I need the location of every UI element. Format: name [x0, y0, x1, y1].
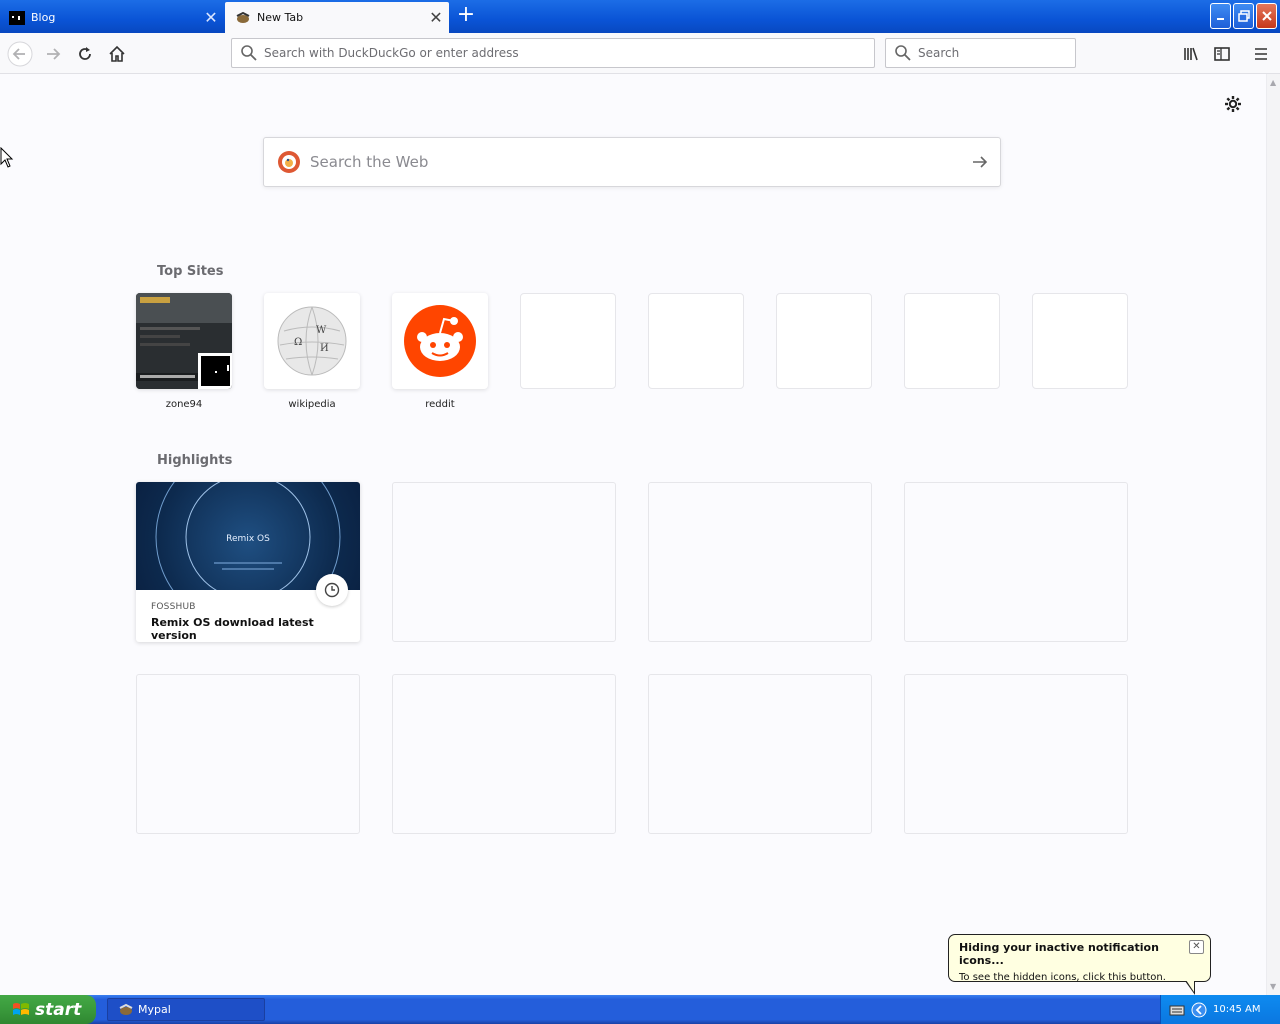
scroll-up-arrow-icon[interactable]: ▲: [1270, 78, 1276, 87]
mypal-favicon-icon: [235, 10, 251, 26]
show-hidden-icons-chevron-icon[interactable]: [1191, 1002, 1207, 1018]
close-window-button[interactable]: [1256, 3, 1277, 29]
top-site-empty-slot: [776, 293, 872, 389]
highlights-heading: Highlights: [157, 453, 233, 468]
scroll-down-arrow-icon[interactable]: ▼: [1270, 982, 1276, 991]
highlight-empty-slot: [648, 674, 872, 834]
duckduckgo-logo-icon: [278, 151, 300, 173]
clock-icon: [316, 574, 348, 606]
menu-button[interactable]: [1247, 40, 1275, 68]
highlight-empty-slot: [392, 482, 616, 642]
home-icon: [109, 45, 125, 62]
balloon-title: Hiding your inactive notification icons.…: [959, 941, 1159, 967]
top-site-label: zone94: [165, 399, 203, 410]
tab-label: Blog: [31, 11, 56, 24]
page-settings-gear-icon[interactable]: [1223, 94, 1243, 114]
blog-favicon-icon: [9, 10, 25, 26]
close-tab-icon[interactable]: ✕: [198, 9, 224, 26]
address-bar-placeholder: Search with DuckDuckGo or enter address: [264, 46, 519, 60]
highlight-empty-slot: [392, 674, 616, 834]
hamburger-menu-icon: [1255, 48, 1267, 60]
highlight-thumbnail-text: Remix OS: [226, 534, 270, 544]
web-search-box[interactable]: Search the Web: [263, 137, 1001, 187]
forward-arrow-icon: [47, 48, 61, 60]
top-site-label: reddit: [425, 399, 455, 410]
search-bar[interactable]: Search: [885, 38, 1076, 68]
top-sites-heading: Top Sites: [157, 264, 224, 279]
mouse-cursor-icon: [0, 147, 14, 168]
back-button[interactable]: [6, 40, 34, 68]
start-button[interactable]: start: [0, 995, 96, 1024]
library-icon: [1184, 47, 1198, 61]
highlight-source: FOSSHUB: [151, 602, 196, 612]
taskbar-item-mypal[interactable]: Mypal: [107, 998, 265, 1021]
highlight-empty-slot: [136, 674, 360, 834]
highlight-empty-slot: [904, 482, 1128, 642]
top-site-empty-slot: [1032, 293, 1128, 389]
highlight-empty-slot: [904, 674, 1128, 834]
new-tab-page: Search the Web Top Sites zone94 W Ω И wi…: [0, 74, 1266, 995]
search-icon: [241, 45, 257, 61]
sidebar-button[interactable]: [1208, 40, 1236, 68]
search-submit-arrow-icon[interactable]: [960, 153, 1000, 171]
search-bar-placeholder: Search: [918, 46, 960, 60]
tab-new-tab[interactable]: New Tab ✕: [225, 2, 449, 33]
tab-label: New Tab: [257, 11, 304, 24]
mypal-app-icon: [119, 1003, 133, 1015]
web-search-placeholder: Search the Web: [310, 153, 429, 171]
balloon-text: To see the hidden icons, click this butt…: [959, 972, 1166, 983]
start-label: start: [35, 999, 82, 1020]
reddit-logo-icon: [404, 305, 476, 377]
top-site-empty-slot: [648, 293, 744, 389]
close-tab-icon[interactable]: ✕: [423, 9, 449, 26]
top-site-empty-slot: [520, 293, 616, 389]
clock[interactable]: 10:45 AM: [1213, 1004, 1260, 1015]
svg-text:И: И: [320, 343, 329, 354]
keyboard-icon[interactable]: [1169, 1002, 1185, 1018]
tab-strip: Blog ✕ New Tab ✕ +: [0, 0, 1280, 33]
windows-flag-icon: [13, 1002, 29, 1015]
navigation-toolbar: Search with DuckDuckGo or enter address …: [0, 33, 1280, 74]
system-tray: 10:45 AM: [1160, 995, 1280, 1024]
notification-balloon: Hiding your inactive notification icons.…: [948, 934, 1211, 995]
zone94-screenshot: [136, 293, 232, 389]
highlight-title: Remix OS download latest version: [151, 616, 314, 642]
highlight-card-remix-os[interactable]: Remix OS FOSSHUB Remix OS download lates…: [136, 482, 360, 642]
top-site-empty-slot: [904, 293, 1000, 389]
top-site-zone94[interactable]: zone94: [136, 293, 232, 410]
wikipedia-globe-icon: W Ω И: [277, 306, 347, 376]
reload-button[interactable]: [71, 40, 99, 68]
search-icon: [895, 45, 911, 61]
top-site-label: wikipedia: [288, 399, 336, 410]
balloon-close-icon[interactable]: ✕: [1189, 940, 1204, 954]
back-arrow-icon: [7, 41, 33, 67]
reload-icon: [79, 47, 91, 60]
highlight-empty-slot: [648, 482, 872, 642]
sidebar-icon: [1214, 47, 1230, 61]
minimize-window-button[interactable]: [1210, 3, 1231, 29]
top-site-reddit[interactable]: reddit: [392, 293, 488, 410]
tab-blog[interactable]: Blog ✕: [0, 2, 224, 33]
vertical-scrollbar[interactable]: ▲ ▼: [1266, 74, 1280, 995]
taskbar-item-label: Mypal: [138, 1003, 171, 1016]
new-tab-plus-icon[interactable]: +: [455, 4, 477, 27]
svg-text:Ω: Ω: [294, 337, 302, 348]
svg-text:W: W: [316, 325, 327, 336]
restore-window-button[interactable]: [1233, 3, 1254, 29]
taskbar: start Mypal 10:45 AM: [0, 995, 1280, 1024]
home-button[interactable]: [103, 40, 131, 68]
forward-button[interactable]: [39, 40, 67, 68]
address-bar[interactable]: Search with DuckDuckGo or enter address: [231, 38, 875, 68]
library-button[interactable]: [1177, 40, 1205, 68]
top-site-wikipedia[interactable]: W Ω И wikipedia: [264, 293, 360, 410]
